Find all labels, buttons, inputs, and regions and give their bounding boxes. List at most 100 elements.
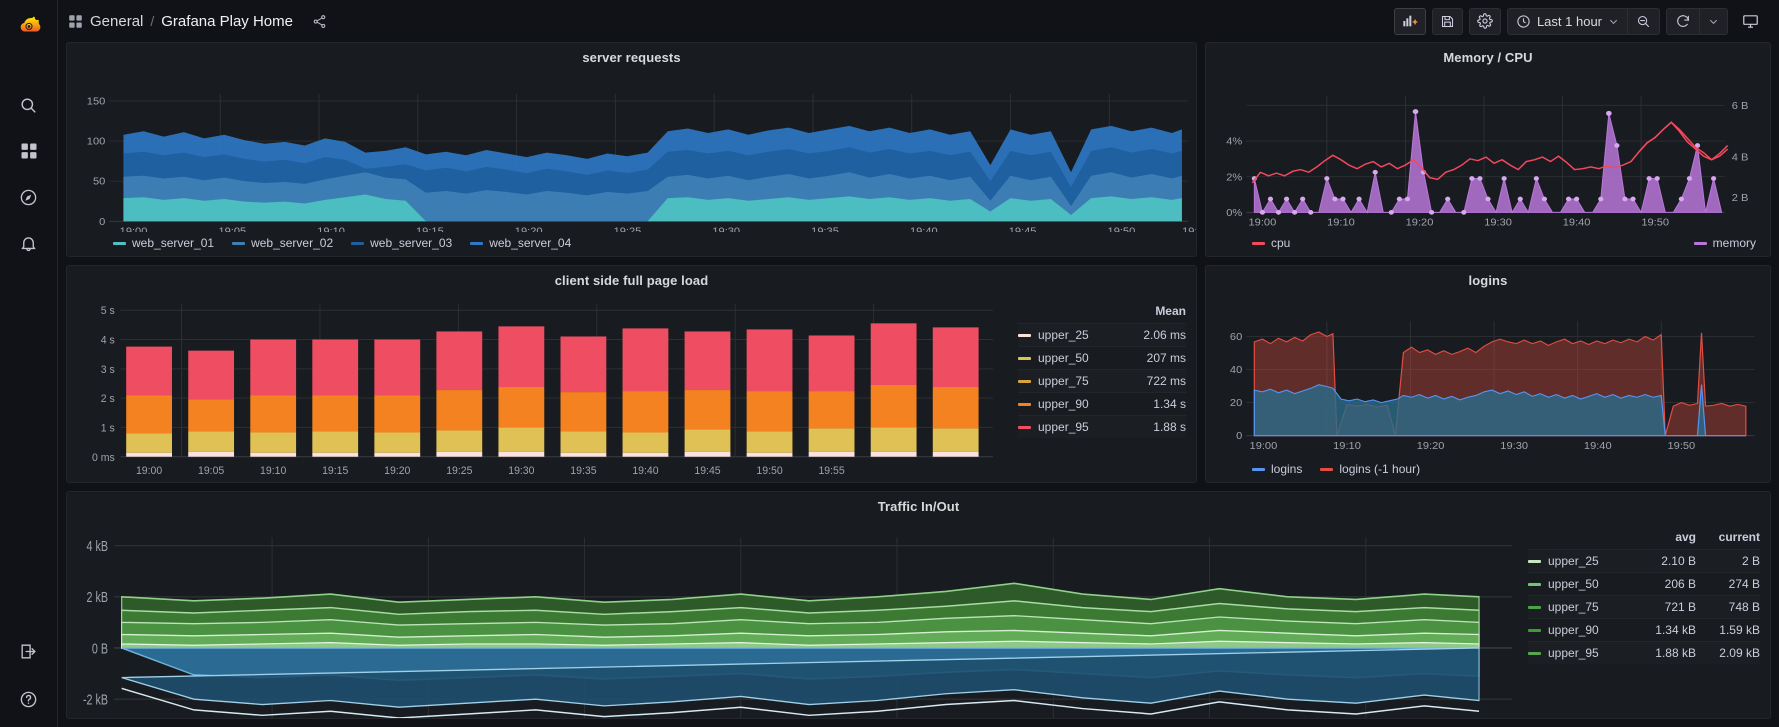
legend-item[interactable]: logins — [1252, 462, 1302, 476]
memory-cpu-chart[interactable]: 4% 2% 0% 6 B 4 B 2 B 19:00 19:10 19:20 1… — [1206, 67, 1770, 232]
traffic-legend-table: avg current upper_25 2.10 B 2 B upper_50… — [1522, 516, 1770, 670]
svg-text:4 B: 4 B — [1732, 153, 1749, 163]
svg-text:0 B: 0 B — [92, 640, 108, 657]
svg-text:150: 150 — [87, 97, 106, 107]
legend-table-row[interactable]: upper_75 721 B 748 B — [1528, 595, 1760, 618]
legend-table-row[interactable]: upper_95 1.88 s — [1018, 415, 1186, 438]
svg-text:19:20: 19:20 — [384, 465, 410, 477]
grafana-logo-icon[interactable] — [12, 9, 46, 43]
legend-column-current[interactable]: current — [1696, 530, 1760, 544]
breadcrumb-folder[interactable]: General — [90, 13, 143, 30]
legend-column-avg[interactable]: avg — [1632, 530, 1696, 544]
legend-label: upper_75 — [1038, 374, 1089, 388]
sidebar-item-search[interactable] — [9, 85, 49, 125]
traffic-in-out-chart[interactable]: 4 kB 2 kB 0 B -2 kB — [67, 516, 1522, 718]
legend-table-row[interactable]: upper_75 722 ms — [1018, 369, 1186, 392]
svg-text:40: 40 — [1230, 366, 1243, 376]
legend-table-row[interactable]: upper_50 206 B 274 B — [1528, 572, 1760, 595]
legend-item[interactable]: memory — [1693, 236, 1756, 250]
server-requests-chart[interactable]: 150 100 50 0 19:00 19:05 19:10 19:15 19:… — [67, 67, 1196, 232]
svg-text:19:10: 19:10 — [1333, 442, 1361, 452]
legend-item[interactable]: logins (-1 hour) — [1320, 462, 1420, 476]
sidebar-item-explore[interactable] — [9, 177, 49, 217]
svg-text:19:40: 19:40 — [632, 465, 658, 477]
legend-table-row[interactable]: upper_25 2.10 B 2 B — [1528, 549, 1760, 572]
svg-text:2 kB: 2 kB — [87, 588, 108, 605]
legend-item[interactable]: cpu — [1252, 236, 1290, 250]
svg-text:19:45: 19:45 — [694, 465, 720, 477]
svg-text:19:20: 19:20 — [515, 227, 543, 232]
legend-series-name: upper_95 — [1528, 646, 1632, 660]
save-dashboard-icon — [1441, 15, 1453, 27]
svg-text:50: 50 — [93, 177, 106, 187]
panel-logins: logins 60 40 20 0 19:00 19:10 19:20 19:3… — [1205, 265, 1771, 483]
svg-text:0%: 0% — [1226, 208, 1242, 218]
server-requests-legend: web_server_01 web_server_02 web_server_0… — [67, 232, 1196, 256]
share-icon[interactable] — [312, 14, 327, 29]
svg-text:19:40: 19:40 — [1584, 442, 1612, 452]
legend-table-row[interactable]: upper_90 1.34 s — [1018, 392, 1186, 415]
logins-chart[interactable]: 60 40 20 0 19:00 19:10 19:20 19:30 19:40 — [1206, 290, 1770, 458]
legend-color-swatch — [1252, 467, 1265, 471]
client-side-full-page-load-chart[interactable]: 5 s 4 s 3 s 2 s 1 s 0 ms 19:00 19:05 19:… — [67, 290, 1012, 482]
legend-value-avg: 1.34 kB — [1655, 623, 1696, 637]
legend-label: upper_25 — [1548, 554, 1599, 568]
legend-color-swatch — [1528, 628, 1541, 632]
legend-table-row[interactable]: upper_25 2.06 ms — [1018, 323, 1186, 346]
sidebar-item-help[interactable] — [9, 679, 49, 719]
legend-series-name: upper_75 — [1528, 600, 1632, 614]
svg-text:19:40: 19:40 — [910, 227, 938, 232]
legend-item[interactable]: web_server_04 — [470, 236, 571, 250]
kiosk-mode-button[interactable] — [1734, 8, 1767, 35]
legend-color-swatch — [1018, 356, 1031, 360]
legend-item[interactable]: web_server_03 — [351, 236, 452, 250]
svg-text:19:00: 19:00 — [120, 227, 148, 232]
legend-label: upper_25 — [1038, 328, 1089, 342]
main-content: General / Grafana Play Home Last 1 hour … — [58, 0, 1779, 727]
svg-text:19:15: 19:15 — [416, 227, 444, 232]
svg-text:100: 100 — [87, 137, 106, 147]
legend-value-mean: 1.34 s — [1153, 397, 1186, 411]
panel-client-side-full-page-load: client side full page load 5 s 4 s 3 s 2… — [66, 265, 1197, 483]
legend-table-row[interactable]: upper_90 1.34 kB 1.59 kB — [1528, 618, 1760, 641]
svg-text:0 ms: 0 ms — [92, 452, 115, 464]
legend-item[interactable]: web_server_02 — [232, 236, 333, 250]
legend-series-name: upper_75 — [1018, 374, 1122, 388]
legend-column-mean[interactable]: Mean — [1122, 304, 1186, 318]
legend-label: upper_50 — [1038, 351, 1089, 365]
refresh-dashboard-button[interactable] — [1667, 9, 1699, 34]
refresh-interval-dropdown[interactable] — [1699, 8, 1727, 34]
add-panel-button[interactable] — [1393, 7, 1426, 35]
refresh-picker — [1666, 7, 1728, 35]
panel-title: server requests — [582, 50, 681, 65]
logins-legend: logins logins (-1 hour) — [1206, 458, 1770, 482]
legend-label: memory — [1712, 236, 1756, 250]
dashboard-settings-button[interactable] — [1468, 7, 1501, 35]
client-side-legend-table: Mean upper_25 2.06 ms upper_50 207 ms up… — [1012, 290, 1196, 444]
svg-text:2 s: 2 s — [101, 393, 116, 405]
save-dashboard-button[interactable] — [1431, 7, 1463, 35]
legend-value-avg: 1.88 kB — [1655, 646, 1696, 660]
legend-item[interactable]: web_server_01 — [113, 236, 214, 250]
legend-value-avg: 206 B — [1664, 577, 1696, 591]
legend-label: web_server_02 — [251, 236, 334, 250]
svg-text:0: 0 — [99, 217, 105, 227]
zoom-out-icon — [1637, 15, 1650, 27]
legend-color-swatch — [1018, 425, 1031, 429]
sidebar-item-alerting[interactable] — [9, 223, 49, 263]
refresh-icon — [1677, 15, 1689, 27]
zoom-out-time-range-button[interactable] — [1627, 8, 1659, 34]
legend-table-row[interactable]: upper_50 207 ms — [1018, 346, 1186, 369]
legend-value-avg: 721 B — [1664, 600, 1696, 614]
add-panel-icon — [1403, 15, 1418, 27]
svg-text:19:35: 19:35 — [811, 227, 839, 232]
time-range-button[interactable]: Last 1 hour — [1508, 9, 1627, 34]
legend-table-row[interactable]: upper_95 1.88 kB 2.09 kB — [1528, 641, 1760, 664]
legend-series-name: upper_90 — [1528, 623, 1632, 637]
dashboard-settings-gear-icon — [1477, 13, 1493, 29]
sidebar-item-sign-in[interactable] — [9, 631, 49, 671]
sidebar-item-dashboards[interactable] — [9, 131, 49, 171]
svg-text:19:35: 19:35 — [570, 465, 596, 477]
svg-text:19:30: 19:30 — [1484, 218, 1512, 228]
legend-color-swatch — [1018, 402, 1031, 406]
